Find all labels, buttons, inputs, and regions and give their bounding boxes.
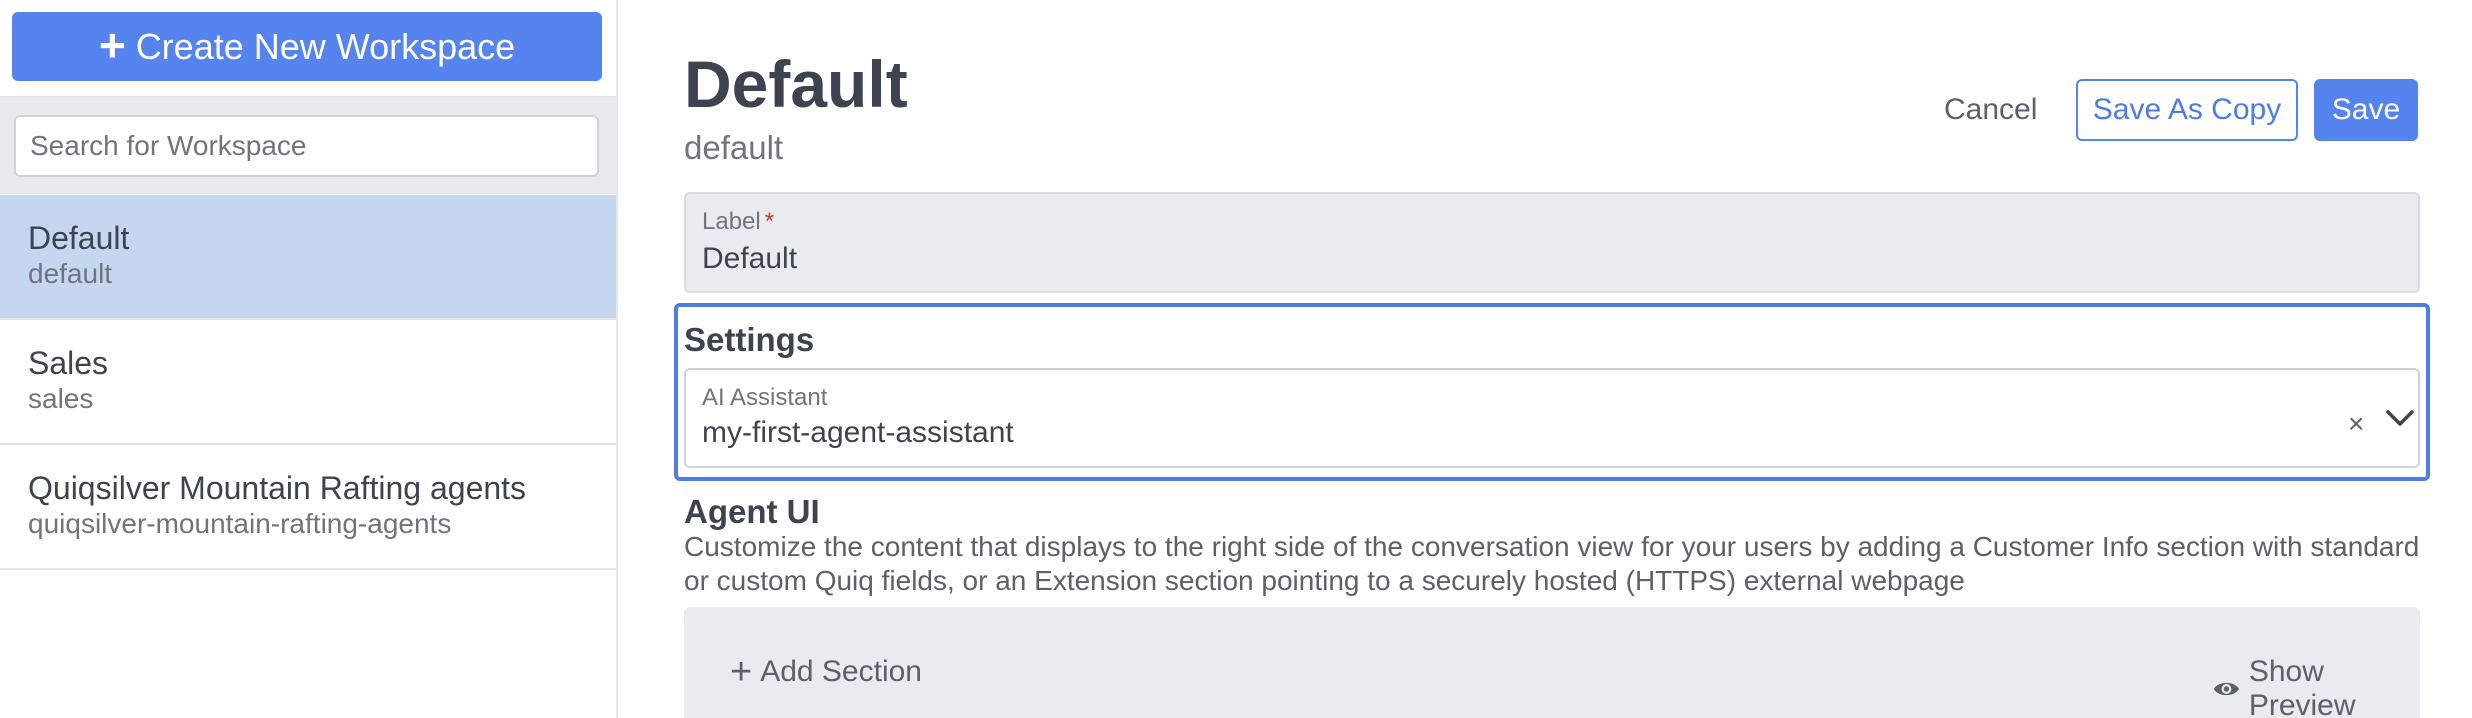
save-button[interactable]: Save — [2314, 79, 2418, 141]
agent-ui-heading: Agent UI — [684, 493, 820, 530]
main-panel: Default default Cancel Save As Copy Save… — [620, 0, 2472, 718]
show-preview-button[interactable]: Show Preview — [2212, 655, 2420, 718]
create-workspace-button[interactable]: + Create New Workspace — [12, 12, 602, 81]
cancel-button[interactable]: Cancel — [1944, 88, 2037, 132]
create-workspace-label: Create New Workspace — [135, 25, 516, 67]
plus-icon: + — [730, 651, 753, 693]
workspace-editor: + Create New Workspace Default default S… — [0, 0, 2472, 718]
show-preview-label: Show Preview — [2248, 655, 2356, 718]
workspace-slug: default — [28, 258, 113, 289]
eye-icon — [2213, 682, 2240, 696]
chevron-down-icon[interactable] — [2384, 406, 2416, 430]
label-caption-text: Label — [702, 208, 761, 235]
label-field[interactable]: Label * Default — [684, 192, 2420, 293]
close-icon[interactable]: × — [2348, 410, 2364, 438]
ai-assistant-value: my-first-agent-assistant — [702, 416, 1014, 449]
workspace-name: Quiqsilver Mountain Rafting agents — [28, 470, 527, 506]
workspace-name: Sales — [28, 345, 109, 381]
settings-heading: Settings — [684, 321, 815, 358]
page-subtitle: default — [684, 129, 784, 166]
workspace-name: Default — [28, 220, 130, 256]
workspace-slug: sales — [28, 383, 94, 414]
sidebar: + Create New Workspace Default default S… — [0, 0, 618, 718]
workspace-slug: quiqsilver-mountain-rafting-agents — [28, 508, 452, 539]
page-title: Default — [684, 47, 908, 121]
label-field-value: Default — [702, 242, 798, 275]
workspace-list: Default default Sales sales Quiqsilver M… — [0, 195, 616, 570]
ai-assistant-caption: AI Assistant — [702, 384, 828, 411]
label-field-caption: Label * — [702, 208, 774, 236]
settings-section: Settings AI Assistant my-first-agent-ass… — [674, 303, 2430, 481]
workspace-item-quiqsilver[interactable]: Quiqsilver Mountain Rafting agents quiqs… — [0, 445, 616, 570]
required-marker: * — [764, 208, 775, 235]
workspace-item-sales[interactable]: Sales sales — [0, 320, 616, 445]
add-section-label: Add Section — [760, 655, 922, 688]
search-input[interactable] — [14, 115, 599, 177]
agent-ui-description: Customize the content that displays to t… — [684, 531, 2420, 596]
plus-icon: + — [98, 18, 126, 71]
agent-ui-sections-panel: + Add Section Show Preview — [684, 607, 2420, 718]
search-bar — [0, 96, 616, 194]
workspace-item-default[interactable]: Default default — [0, 195, 616, 320]
add-section-button[interactable]: + Add Section — [730, 651, 922, 693]
save-as-copy-button[interactable]: Save As Copy — [2076, 79, 2298, 141]
ai-assistant-select[interactable]: AI Assistant my-first-agent-assistant × — [684, 368, 2420, 468]
